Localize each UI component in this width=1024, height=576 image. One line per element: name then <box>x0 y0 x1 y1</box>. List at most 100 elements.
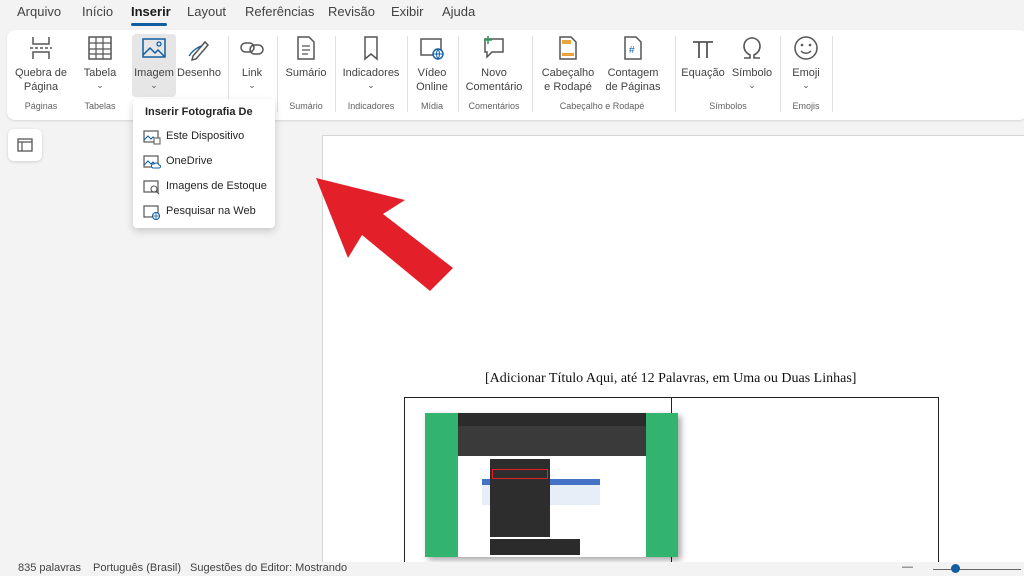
group-label-toc: Sumário <box>289 101 323 111</box>
group-label-media: Mídia <box>420 101 443 111</box>
menu-item-stock-images[interactable]: Imagens de Estoque <box>141 176 269 198</box>
tab-referencias[interactable]: Referências <box>245 4 314 19</box>
tab-ajuda[interactable]: Ajuda <box>442 4 475 19</box>
dropdown-title: Inserir Fotografia De <box>145 106 253 118</box>
new-comment-button[interactable]: Novo Comentário <box>463 34 525 94</box>
comment-add-icon <box>484 36 504 59</box>
group-label-tables: Tabelas <box>84 101 116 111</box>
zoom-slider-thumb[interactable] <box>951 564 960 573</box>
device-image-icon <box>143 130 161 145</box>
red-arrow-annotation <box>316 178 453 291</box>
smiley-icon <box>794 36 818 60</box>
video-globe-icon <box>420 38 444 60</box>
toc-button[interactable]: Sumário <box>283 34 329 80</box>
chevron-down-icon: ⌄ <box>748 80 756 90</box>
tab-inserir[interactable]: Inserir <box>131 4 171 19</box>
embedded-screenshot-image[interactable] <box>425 413 678 557</box>
header-footer-icon <box>559 36 577 60</box>
group-label-symbols: Símbolos <box>709 101 747 111</box>
link-button[interactable]: Link ⌄ <box>233 34 271 90</box>
menu-item-onedrive[interactable]: OneDrive <box>141 151 269 173</box>
link-icon <box>240 42 264 55</box>
new-comment-label: Novo Comentário <box>465 67 523 93</box>
symbol-label: Símbolo <box>731 67 773 79</box>
language-status[interactable]: Português (Brasil) <box>93 562 181 574</box>
link-label: Link <box>241 67 263 79</box>
menu-bar: Arquivo Início Inserir Layout Referência… <box>0 0 1024 26</box>
status-bar: 835 palavras Português (Brasil) Sugestõe… <box>0 561 1024 576</box>
page-break-button[interactable]: Quebra de Página <box>11 34 71 94</box>
emoji-button[interactable]: Emoji ⌄ <box>785 34 827 90</box>
group-separator <box>675 36 676 112</box>
omega-icon <box>743 37 761 59</box>
menu-item-label: Pesquisar na Web <box>166 205 256 217</box>
group-separator <box>458 36 459 112</box>
document-title-placeholder[interactable]: [Adicionar Título Aqui, até 12 Palavras,… <box>485 371 856 387</box>
bookmark-icon <box>364 36 378 61</box>
editor-suggestions-status[interactable]: Sugestões do Editor: Mostrando <box>190 562 347 574</box>
chevron-down-icon: ⌄ <box>367 80 375 90</box>
tab-exibir[interactable]: Exibir <box>391 4 424 19</box>
panel-icon <box>17 138 33 152</box>
group-separator <box>407 36 408 112</box>
image-label: Imagem <box>134 67 174 79</box>
equation-button[interactable]: Equação <box>681 34 725 80</box>
image-icon <box>142 38 166 58</box>
group-separator <box>277 36 278 112</box>
drawing-label: Desenho <box>177 67 222 79</box>
pi-icon <box>693 41 713 58</box>
word-count[interactable]: 835 palavras <box>18 562 81 574</box>
insert-picture-dropdown: Inserir Fotografia De Este Dispositivo O… <box>133 99 275 228</box>
emoji-label: Emoji <box>792 67 820 79</box>
group-label-comments: Comentários <box>468 101 520 111</box>
bookmarks-label: Indicadores <box>342 67 400 79</box>
page-number-icon: # <box>624 36 642 60</box>
group-label-bookmarks: Indicadores <box>347 101 395 111</box>
menu-item-this-device[interactable]: Este Dispositivo <box>141 126 269 148</box>
zoom-out-icon[interactable]: — <box>902 561 913 573</box>
equation-label: Equação <box>681 67 725 79</box>
online-video-label: Vídeo Online <box>416 67 448 93</box>
tab-revisao[interactable]: Revisão <box>328 4 375 19</box>
screenshot-highlight-box <box>492 469 548 479</box>
web-image-icon <box>143 205 161 220</box>
screenshot-toolbar <box>458 426 646 456</box>
group-separator <box>532 36 533 112</box>
table-button[interactable]: Tabela ⌄ <box>80 34 120 90</box>
menu-item-label: OneDrive <box>166 155 213 167</box>
page-break-icon <box>30 37 52 59</box>
navigation-pane-button[interactable] <box>8 129 42 161</box>
header-footer-label: Cabeçalho e Rodapé <box>541 67 595 93</box>
table-label: Tabela <box>83 67 117 79</box>
tab-layout[interactable]: Layout <box>187 4 226 19</box>
tab-inicio[interactable]: Início <box>82 4 113 19</box>
stock-image-icon <box>143 180 160 195</box>
tab-arquivo[interactable]: Arquivo <box>17 4 61 19</box>
menu-item-label: Este Dispositivo <box>166 130 245 142</box>
page-break-label: Quebra de Página <box>15 67 67 93</box>
menu-item-web-search[interactable]: Pesquisar na Web <box>141 201 269 223</box>
document-list-icon <box>297 36 315 60</box>
group-separator <box>780 36 781 112</box>
page-count-button[interactable]: # Contagem de Páginas <box>599 34 667 94</box>
chevron-down-icon: ⌄ <box>96 80 104 90</box>
group-label-pages: Páginas <box>24 101 58 111</box>
chevron-down-icon: ⌄ <box>150 80 158 90</box>
image-button[interactable]: Imagem ⌄ <box>132 34 176 97</box>
menu-item-label: Imagens de Estoque <box>166 180 267 192</box>
online-video-button[interactable]: Vídeo Online <box>412 34 452 94</box>
cloud-image-icon <box>143 155 161 169</box>
group-label-header-footer: Cabeçalho e Rodapé <box>559 101 645 111</box>
svg-text:#: # <box>629 45 635 56</box>
chevron-down-icon: ⌄ <box>802 80 810 90</box>
drawing-button[interactable]: Desenho <box>177 34 221 80</box>
header-footer-button[interactable]: Cabeçalho e Rodapé <box>537 34 599 94</box>
zoom-slider-track[interactable] <box>933 569 1021 570</box>
chevron-down-icon: ⌄ <box>248 80 256 90</box>
table-icon <box>88 36 112 60</box>
drawing-icon <box>188 40 210 62</box>
screenshot-menu-bar <box>458 413 646 426</box>
group-separator <box>832 36 833 112</box>
bookmarks-button[interactable]: Indicadores ⌄ <box>341 34 401 90</box>
symbol-button[interactable]: Símbolo ⌄ <box>729 34 775 90</box>
